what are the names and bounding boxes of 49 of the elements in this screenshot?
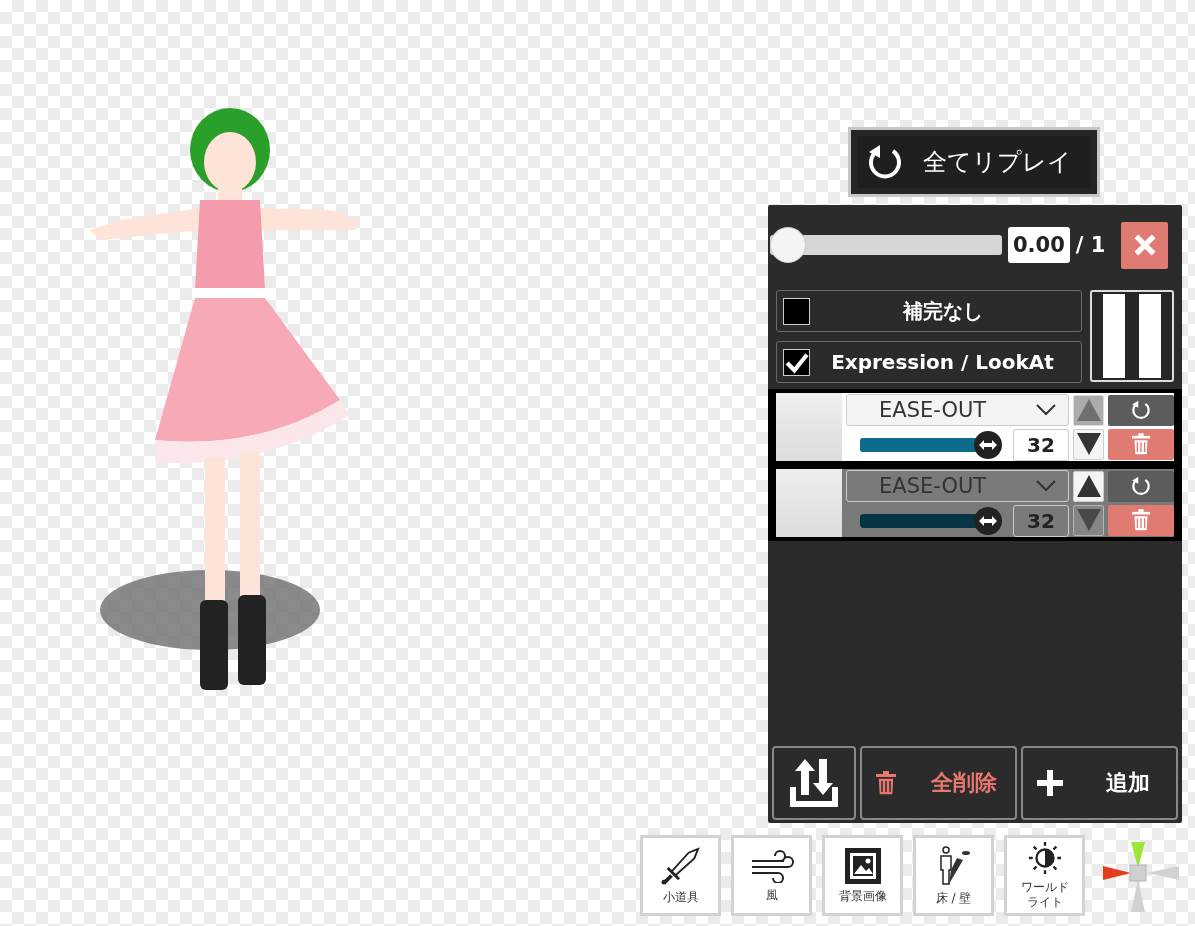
move-up-button[interactable]: [1073, 470, 1104, 502]
thumbnail-placeholder: [776, 393, 842, 461]
checkbox[interactable]: [783, 348, 810, 376]
trash-icon: [1132, 433, 1150, 455]
slider-handle[interactable]: [974, 506, 1003, 535]
triangle-up-icon: [1076, 475, 1101, 497]
replay-button[interactable]: [1108, 394, 1174, 426]
trash-icon: [1132, 509, 1150, 531]
sort-arrows-icon: [788, 757, 840, 809]
wind-icon: [749, 848, 794, 883]
replay-icon: [1130, 475, 1152, 497]
picture-icon: [844, 847, 881, 884]
pause-icon: [1103, 294, 1161, 378]
sort-button[interactable]: [772, 746, 856, 820]
tool-button[interactable]: 小道具: [640, 835, 721, 916]
tool-button[interactable]: 風: [731, 835, 812, 916]
slider-thumb[interactable]: [770, 227, 806, 263]
trash-icon: [876, 771, 896, 795]
total-label: / 1: [1075, 233, 1106, 257]
time-field[interactable]: 0.00: [1008, 227, 1070, 263]
replay-button[interactable]: [1108, 470, 1174, 502]
plus-icon: [1037, 770, 1063, 796]
add-button[interactable]: 追加: [1021, 746, 1178, 820]
tool-button[interactable]: 背景画像: [822, 835, 903, 916]
timeline-slider[interactable]: [770, 227, 1002, 263]
slider-handle[interactable]: [974, 430, 1003, 459]
keyframe-row[interactable]: EASE-OUT 32: [776, 393, 1174, 461]
pause-button[interactable]: [1090, 290, 1174, 382]
chevron-down-icon: [1036, 403, 1056, 416]
checkbox[interactable]: [783, 297, 810, 325]
move-down-button[interactable]: [1073, 428, 1104, 460]
frames-field[interactable]: 32: [1013, 504, 1069, 537]
tool-button[interactable]: ワールドライト: [1004, 835, 1085, 916]
easing-dropdown[interactable]: EASE-OUT: [846, 393, 1069, 426]
chevron-down-icon: [1036, 479, 1056, 492]
keyframe-row[interactable]: EASE-OUT 32: [776, 469, 1174, 537]
option-toggle[interactable]: Expression / LookAt: [776, 341, 1082, 383]
tool-button[interactable]: 床 / 壁: [913, 835, 994, 916]
option-toggle[interactable]: 補完なし: [776, 290, 1082, 332]
thumbnail-placeholder: [776, 469, 842, 537]
replay-icon: [1130, 399, 1152, 421]
close-button[interactable]: [1121, 221, 1168, 269]
triangle-down-icon: [1076, 509, 1101, 531]
triangle-down-icon: [1076, 433, 1101, 455]
replay-all-button[interactable]: 全てリプレイ: [848, 127, 1100, 197]
triangle-up-icon: [1076, 399, 1101, 421]
delete-button[interactable]: [1108, 504, 1174, 536]
delete-all-button[interactable]: 全削除: [860, 746, 1017, 820]
frames-field[interactable]: 32: [1013, 428, 1069, 461]
